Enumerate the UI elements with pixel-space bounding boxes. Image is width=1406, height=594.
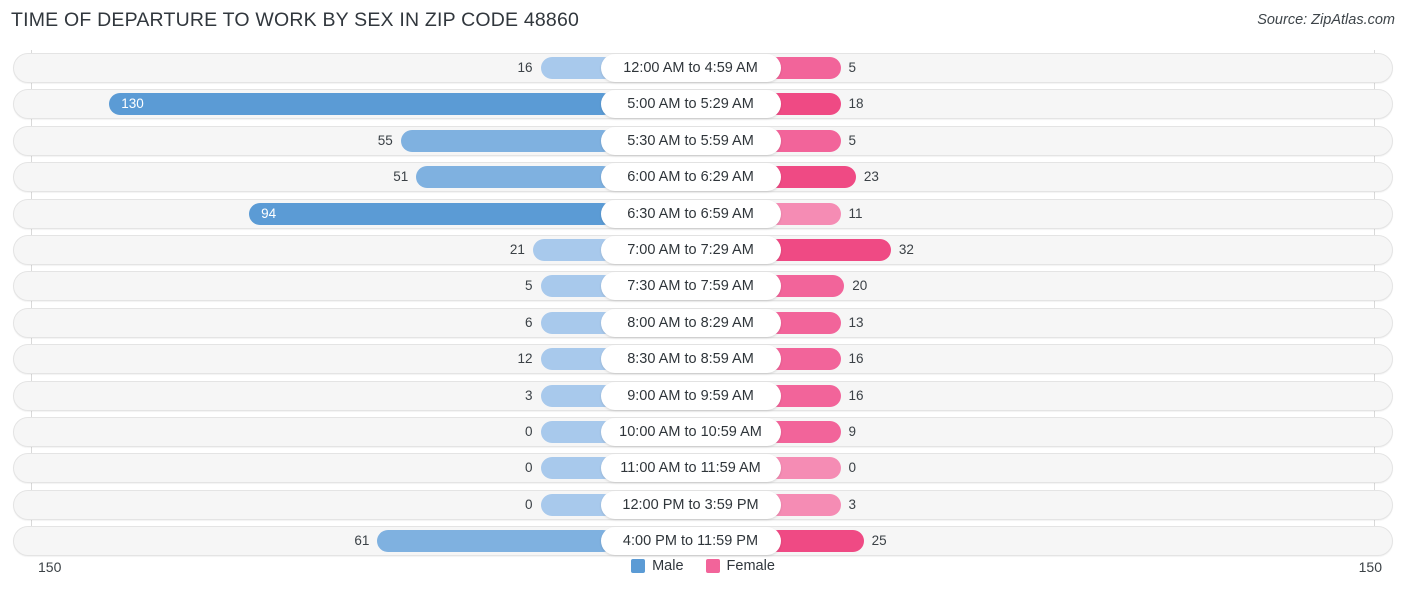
category-label: 6:30 AM to 6:59 AM xyxy=(600,199,781,228)
legend-item-male[interactable]: Male xyxy=(631,558,684,574)
value-label-female: 32 xyxy=(898,242,914,257)
value-label-female: 18 xyxy=(848,96,864,112)
bar-row[interactable]: 61 25 4:00 PM to 11:59 PM xyxy=(13,526,1393,557)
bar-female[interactable] xyxy=(766,239,891,261)
value-label-male: 21 xyxy=(509,242,525,257)
legend-swatch-female-icon xyxy=(705,559,720,573)
legend-item-female[interactable]: Female xyxy=(705,558,775,574)
value-label-male: 16 xyxy=(517,60,533,75)
value-label-female: 5 xyxy=(848,132,857,148)
category-label: 7:00 AM to 7:29 AM xyxy=(600,236,781,264)
bar-male[interactable] xyxy=(400,129,615,152)
category-label: 4:00 PM to 11:59 PM xyxy=(600,527,781,556)
bar-row[interactable]: 3 16 9:00 AM to 9:59 AM xyxy=(13,380,1393,411)
value-label-female: 9 xyxy=(848,424,857,439)
bar-row[interactable]: 0 9 10:00 AM to 10:59 AM xyxy=(13,417,1393,447)
value-label-female: 23 xyxy=(863,169,879,185)
legend-label-male: Male xyxy=(652,558,684,574)
legend-label-female: Female xyxy=(726,558,775,574)
bar-row[interactable]: 6 13 8:00 AM to 8:29 AM xyxy=(13,307,1393,338)
value-label-female: 16 xyxy=(848,387,864,403)
value-label-female: 3 xyxy=(848,496,857,512)
category-label: 5:30 AM to 5:59 AM xyxy=(600,126,781,155)
value-label-male: 3 xyxy=(524,387,533,403)
bar-row[interactable]: 16 5 12:00 AM to 4:59 AM xyxy=(13,53,1393,83)
bar-row[interactable]: 0 3 12:00 PM to 3:59 PM xyxy=(13,489,1393,520)
bar-row[interactable]: 12 16 8:30 AM to 8:59 AM xyxy=(13,344,1393,375)
chart-footer: 150 150 Male Female xyxy=(0,555,1406,594)
bar-row[interactable]: 51 23 6:00 AM to 6:29 AM xyxy=(13,162,1393,193)
bar-male[interactable] xyxy=(249,202,615,225)
bar-row[interactable]: 0 0 11:00 AM to 11:59 AM xyxy=(13,453,1393,484)
value-label-male: 0 xyxy=(524,424,533,439)
value-label-male: 51 xyxy=(393,169,409,185)
value-label-female: 20 xyxy=(852,278,868,294)
bar-row[interactable]: 55 5 5:30 AM to 5:59 AM xyxy=(13,125,1393,156)
source-attribution: Source: ZipAtlas.com xyxy=(1257,12,1395,28)
bar-male[interactable] xyxy=(416,166,615,189)
legend: Male Female xyxy=(0,558,1406,574)
bar-male[interactable] xyxy=(377,530,615,553)
chart-header: TIME OF DEPARTURE TO WORK BY SEX IN ZIP … xyxy=(0,0,1406,42)
value-label-female: 5 xyxy=(848,60,857,75)
value-label-female: 13 xyxy=(848,314,864,330)
value-label-female: 25 xyxy=(871,533,887,549)
value-label-male: 94 xyxy=(261,205,277,221)
value-label-female: 0 xyxy=(848,460,857,476)
category-label: 11:00 AM to 11:59 AM xyxy=(600,454,781,483)
value-label-male: 130 xyxy=(121,96,144,112)
value-label-male: 0 xyxy=(524,496,533,512)
value-label-female: 16 xyxy=(848,351,864,367)
value-label-male: 6 xyxy=(524,314,533,330)
bar-row[interactable]: 5 20 7:30 AM to 7:59 AM xyxy=(13,271,1393,302)
bar-male[interactable] xyxy=(109,93,615,116)
page-title: TIME OF DEPARTURE TO WORK BY SEX IN ZIP … xyxy=(11,9,580,31)
plot-area: 16 5 12:00 AM to 4:59 AM 130 18 5:00 AM to 5:… xyxy=(0,50,1406,557)
category-label: 8:30 AM to 8:59 AM xyxy=(600,345,781,374)
category-label: 12:00 PM to 3:59 PM xyxy=(600,490,781,519)
category-label: 5:00 AM to 5:29 AM xyxy=(600,90,781,119)
value-label-male: 0 xyxy=(524,460,533,476)
category-label: 12:00 AM to 4:59 AM xyxy=(600,54,781,82)
value-label-male: 12 xyxy=(517,351,533,367)
value-label-male: 61 xyxy=(354,533,370,549)
value-label-male: 55 xyxy=(377,132,393,148)
legend-swatch-male-icon xyxy=(631,559,646,573)
category-label: 9:00 AM to 9:59 AM xyxy=(600,381,781,410)
category-label: 6:00 AM to 6:29 AM xyxy=(600,163,781,192)
value-label-male: 5 xyxy=(524,278,533,294)
chart-root: TIME OF DEPARTURE TO WORK BY SEX IN ZIP … xyxy=(0,0,1406,594)
category-label: 7:30 AM to 7:59 AM xyxy=(600,272,781,301)
category-label: 10:00 AM to 10:59 AM xyxy=(600,418,781,446)
value-label-female: 11 xyxy=(848,205,863,221)
bar-row[interactable]: 130 18 5:00 AM to 5:29 AM xyxy=(13,89,1393,120)
bar-row[interactable]: 94 11 6:30 AM to 6:59 AM xyxy=(13,198,1393,229)
bar-female[interactable] xyxy=(766,530,864,553)
bar-row[interactable]: 21 32 7:00 AM to 7:29 AM xyxy=(13,235,1393,265)
category-label: 8:00 AM to 8:29 AM xyxy=(600,308,781,337)
